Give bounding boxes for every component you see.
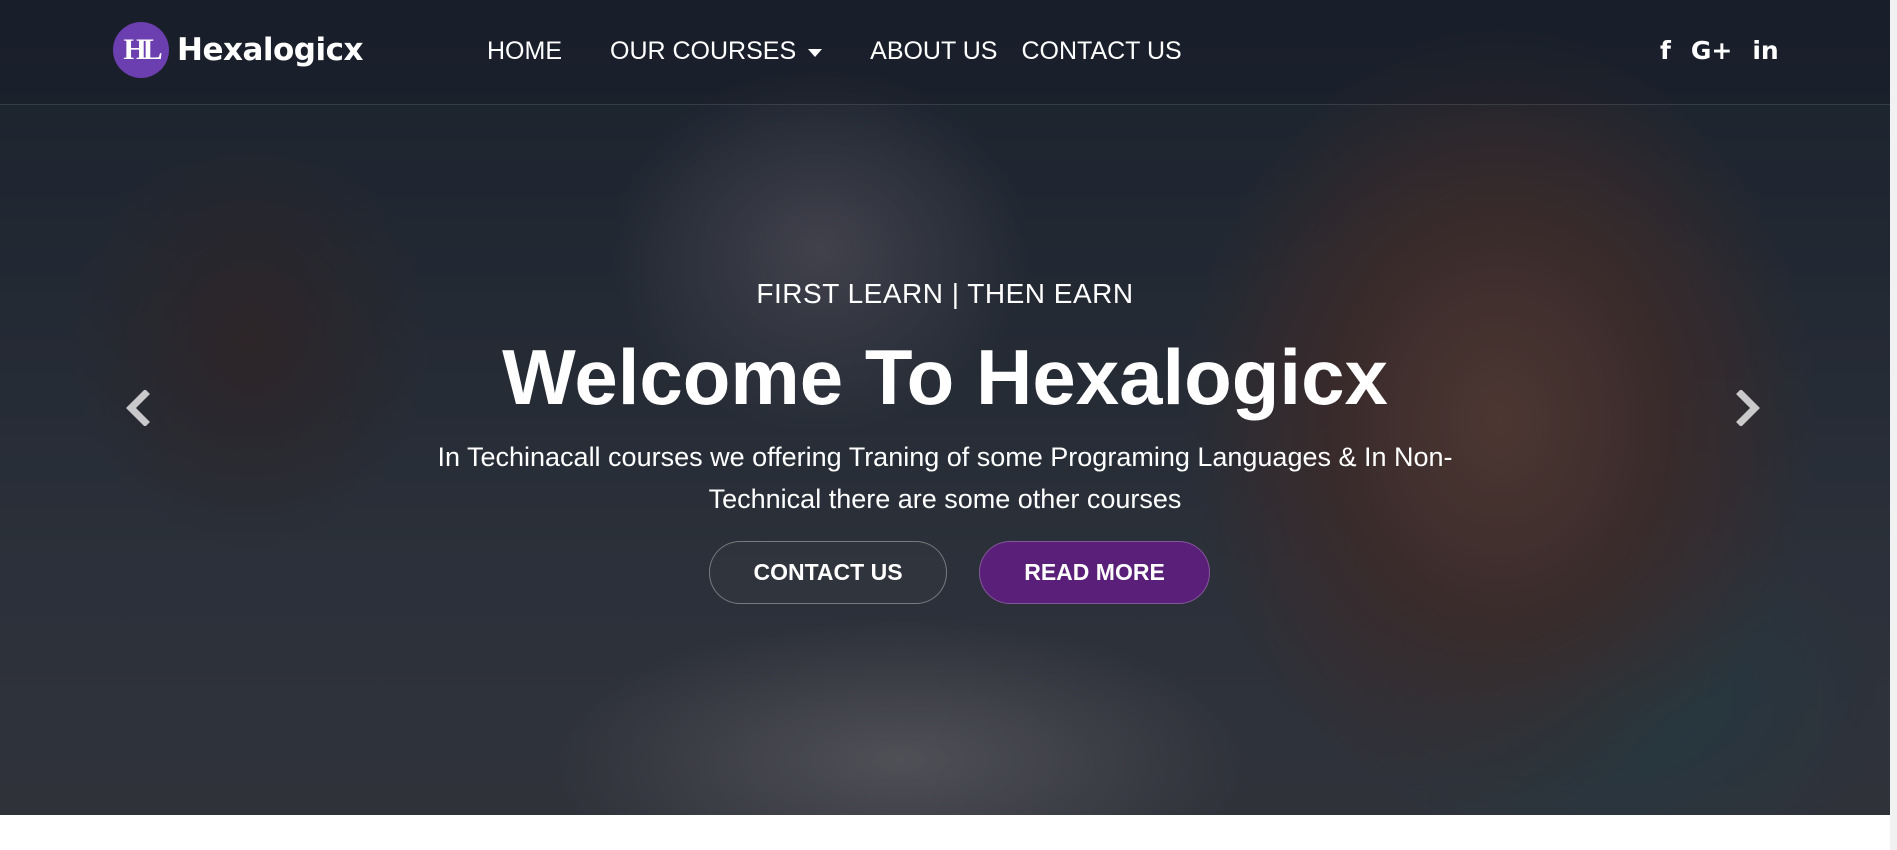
chevron-left-icon[interactable]: [123, 389, 153, 427]
hero-buttons: CONTACT US READ MORE: [709, 541, 1210, 604]
hero-tagline: FIRST LEARN | THEN EARN: [756, 278, 1134, 309]
page-scrollbar[interactable]: [1890, 0, 1897, 850]
hero-carousel: HL Hexalogicx HOME OUR COURSES ABOUT US …: [0, 0, 1890, 815]
read-more-button[interactable]: READ MORE: [979, 541, 1210, 604]
hero-content: FIRST LEARN | THEN EARN Welcome To Hexal…: [0, 0, 1890, 815]
chevron-right-icon[interactable]: [1733, 389, 1763, 427]
hero-headline: Welcome To Hexalogicx: [502, 333, 1388, 421]
contact-us-button[interactable]: CONTACT US: [709, 541, 947, 604]
hero-subtitle: In Techinacall courses we offering Trani…: [437, 442, 1453, 514]
